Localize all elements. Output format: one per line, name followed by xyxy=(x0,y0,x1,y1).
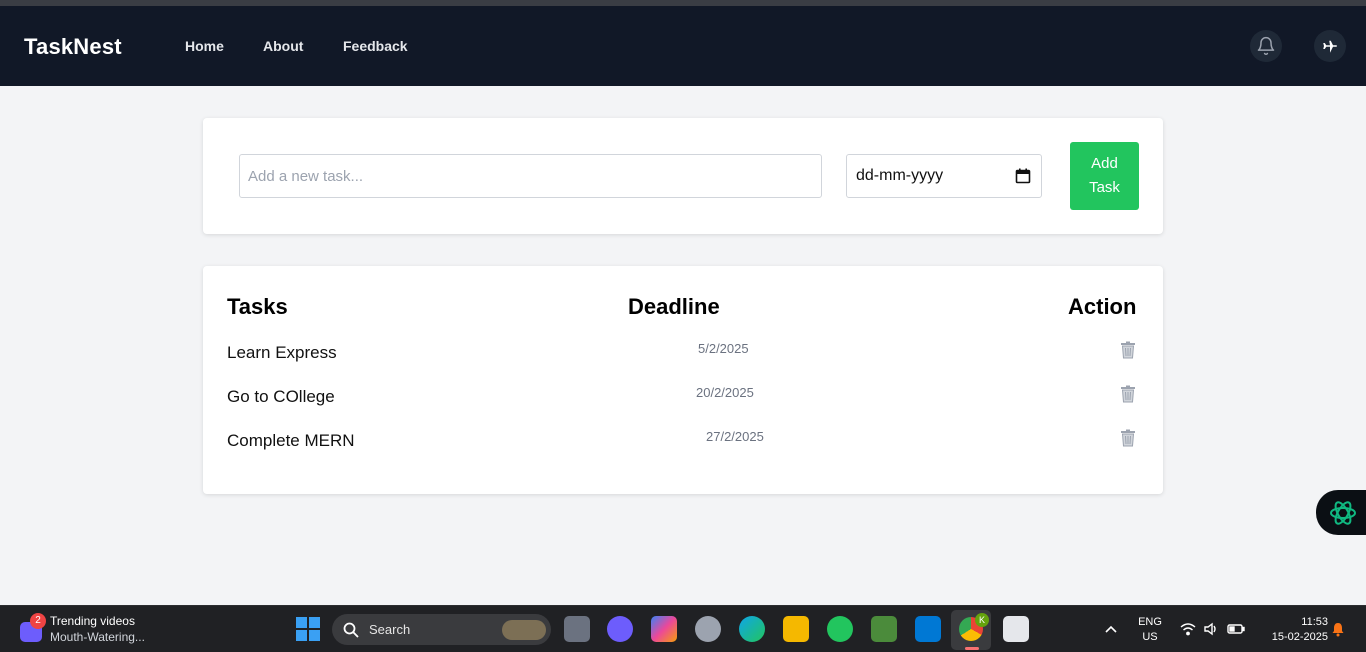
task-row-deadline: 20/2/2025 xyxy=(696,385,754,400)
bell-icon xyxy=(1257,36,1275,56)
whatsapp-icon[interactable] xyxy=(827,616,853,642)
task-row-name: Go to COllege xyxy=(227,387,335,406)
nav-link-feedback[interactable]: Feedback xyxy=(343,38,408,54)
chevron-up-icon[interactable] xyxy=(1104,624,1118,634)
taskbar-search[interactable]: Search xyxy=(332,614,551,645)
windows-start-icon[interactable] xyxy=(296,617,320,641)
language-indicator[interactable]: ENG US xyxy=(1136,615,1164,645)
notification-bell-icon[interactable] xyxy=(1331,622,1345,637)
vscode-icon[interactable] xyxy=(915,616,941,642)
task-row-name: Complete MERN xyxy=(227,431,355,450)
snipping-tool-icon[interactable] xyxy=(1003,616,1029,642)
widget-subtitle: Mouth-Watering... xyxy=(50,630,145,644)
chrome-active-indicator xyxy=(965,647,979,650)
trash-icon[interactable] xyxy=(1119,429,1137,447)
copilot-icon[interactable] xyxy=(651,616,677,642)
brand-logo[interactable]: TaskNest xyxy=(24,34,122,60)
mongodb-compass-icon[interactable] xyxy=(871,616,897,642)
add-task-card: dd-mm-yyyy Add Task xyxy=(203,118,1163,234)
clock[interactable]: 11:53 15-02-2025 xyxy=(1258,615,1328,645)
deadline-date-input[interactable]: dd-mm-yyyy xyxy=(846,154,1042,198)
news-widget[interactable]: 2 Trending videos Mouth-Watering... xyxy=(16,612,186,648)
header-deadline: Deadline xyxy=(628,294,720,319)
ai-assistant-icon xyxy=(1330,500,1356,525)
add-task-button[interactable]: Add Task xyxy=(1070,142,1139,210)
plane-icon xyxy=(1323,40,1337,53)
chrome-icon[interactable]: K xyxy=(951,610,991,650)
search-highlight-image xyxy=(502,620,546,640)
header-tasks: Tasks xyxy=(227,294,288,319)
clock-date: 15-02-2025 xyxy=(1271,631,1328,643)
battery-icon[interactable] xyxy=(1227,623,1245,635)
widget-title: Trending videos xyxy=(50,614,135,628)
logout-button[interactable] xyxy=(1314,30,1346,62)
trash-icon[interactable] xyxy=(1119,385,1137,403)
clock-time: 11:53 xyxy=(1301,616,1328,628)
calendar-icon[interactable] xyxy=(1015,168,1031,184)
ai-assistant-button[interactable] xyxy=(1316,490,1366,535)
task-view-icon[interactable] xyxy=(564,616,590,642)
chrome-profile-badge: K xyxy=(975,613,989,627)
trash-icon[interactable] xyxy=(1119,341,1137,359)
nav-link-about[interactable]: About xyxy=(263,38,303,54)
wifi-icon[interactable] xyxy=(1180,622,1196,636)
search-icon xyxy=(343,622,359,638)
header-action: Action xyxy=(1068,294,1137,319)
region-code: US xyxy=(1142,631,1158,643)
widget-badge: 2 xyxy=(30,613,46,629)
file-explorer-icon[interactable] xyxy=(783,616,809,642)
meet-icon[interactable] xyxy=(607,616,633,642)
app-icon[interactable] xyxy=(695,616,721,642)
language-code: ENG xyxy=(1138,616,1162,628)
task-row-deadline: 27/2/2025 xyxy=(706,429,764,444)
task-row-deadline: 5/2/2025 xyxy=(698,341,749,356)
notification-button[interactable] xyxy=(1250,30,1282,62)
task-row-name: Learn Express xyxy=(227,343,337,362)
date-placeholder: dd-mm-yyyy xyxy=(856,167,944,184)
task-input[interactable] xyxy=(239,154,822,198)
task-list-card: Tasks Deadline Action Learn Express 5/2/… xyxy=(203,266,1163,494)
edge-icon[interactable] xyxy=(739,616,765,642)
navbar: TaskNest Home About Feedback xyxy=(0,6,1366,86)
nav-link-home[interactable]: Home xyxy=(185,38,224,54)
windows-taskbar: 2 Trending videos Mouth-Watering... Sear… xyxy=(0,605,1366,652)
search-label: Search xyxy=(369,622,411,637)
volume-icon[interactable] xyxy=(1203,622,1219,636)
